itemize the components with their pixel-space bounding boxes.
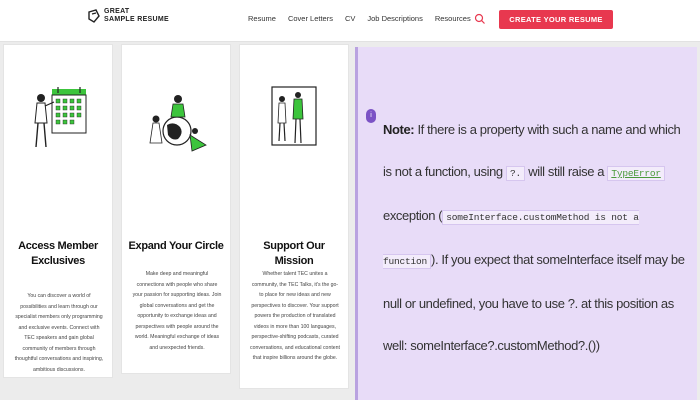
note-part-3: exception (	[383, 208, 443, 223]
main-nav: Resume Cover Letters CV Job Descriptions…	[248, 14, 483, 23]
logo-line-1: GREAT	[104, 8, 130, 15]
card-expand-circle: Expand Your Circle Make deep and meaning…	[121, 44, 231, 374]
create-resume-button[interactable]: CREATE YOUR RESUME	[499, 10, 613, 29]
note-callout: i Note: If there is a property with such…	[355, 47, 697, 400]
calendar-person-illustration	[34, 87, 87, 148]
note-part-2: will still raise a	[528, 164, 605, 179]
note-text: Note: If there is a property with such a…	[383, 109, 689, 367]
note-label: Note:	[383, 122, 415, 137]
card-description: You can discover a world of possibilitie…	[14, 293, 104, 373]
code-optional-chaining: ?.	[505, 166, 525, 181]
site-logo[interactable]: GREAT SAMPLE RESUME	[86, 8, 169, 24]
nav-resources[interactable]: Resources	[435, 14, 471, 23]
globe-people-illustration	[149, 95, 207, 152]
window-people-illustration	[271, 86, 317, 146]
typeerror-link[interactable]: TypeError	[607, 166, 665, 181]
nav-cv[interactable]: CV	[345, 14, 355, 23]
card-title: Access Member Exclusives	[18, 240, 98, 267]
card-title: Support Our Mission	[263, 240, 325, 267]
card-access-member: Access Member Exclusives You can discove…	[3, 44, 113, 378]
card-title: Expand Your Circle	[128, 240, 224, 252]
card-support-mission: Support Our Mission Whether talent TEC u…	[239, 44, 349, 389]
logo-line-2: SAMPLE RESUME	[104, 16, 169, 23]
card-description: Make deep and meaningful connections wit…	[132, 271, 222, 351]
nav-job-descriptions[interactable]: Job Descriptions	[367, 14, 422, 23]
site-header: GREAT SAMPLE RESUME Resume Cover Letters…	[0, 0, 700, 42]
logo-icon	[88, 9, 100, 23]
nav-resume[interactable]: Resume	[248, 14, 276, 23]
nav-cover-letters[interactable]: Cover Letters	[288, 14, 333, 23]
info-icon: i	[366, 109, 376, 123]
card-description: Whether talent TEC unites a community, t…	[250, 271, 340, 361]
search-icon[interactable]	[474, 13, 486, 25]
